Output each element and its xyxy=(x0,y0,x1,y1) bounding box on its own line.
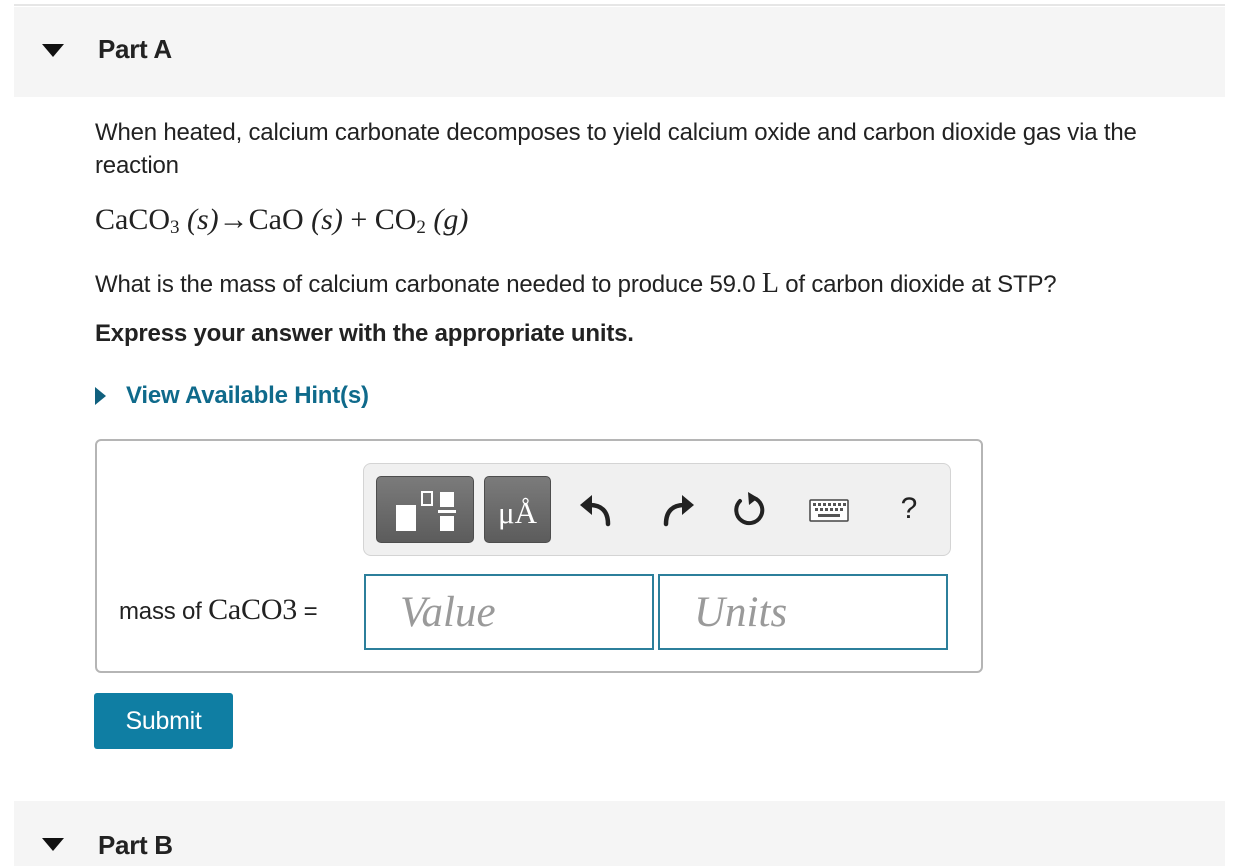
part-b-title: Part B xyxy=(98,830,173,860)
reaction-arrow: → xyxy=(218,203,249,236)
product-1: CaO xyxy=(248,203,304,236)
answer-label-text: mass of xyxy=(119,598,209,625)
answer-label-equals: = xyxy=(297,598,318,625)
view-hints-link[interactable]: View Available Hint(s) xyxy=(126,382,369,410)
reset-button[interactable] xyxy=(724,484,774,536)
keyboard-button[interactable] xyxy=(804,484,854,536)
submit-button[interactable]: Submit xyxy=(94,693,233,749)
top-divider xyxy=(14,4,1225,6)
question-ask: What is the mass of calcium carbonate ne… xyxy=(95,268,1057,300)
keyboard-icon xyxy=(809,499,849,522)
question-intro: When heated, calcium carbonate decompose… xyxy=(95,119,1137,179)
part-a-title: Part A xyxy=(98,34,172,64)
product-2-subscript: 2 xyxy=(416,217,426,238)
reactant-subscript: 3 xyxy=(170,217,180,238)
redo-icon xyxy=(663,495,694,527)
part-a-header[interactable]: Part A xyxy=(14,7,1225,97)
ask-text-after: of carbon dioxide at STP? xyxy=(778,271,1057,298)
undo-button[interactable] xyxy=(572,484,622,536)
help-label: ? xyxy=(900,492,918,525)
reactant: CaCO xyxy=(95,203,170,236)
units-input[interactable] xyxy=(658,574,948,650)
product-1-state: (s) xyxy=(303,203,343,236)
reaction-equation: CaCO3 (s)→CaO (s) + CO2 (g) xyxy=(95,203,468,239)
plus-sign: + xyxy=(342,203,375,236)
part-b-header[interactable]: Part B xyxy=(14,801,1225,866)
expand-caret-icon xyxy=(95,387,106,405)
product-2: CO xyxy=(374,203,417,236)
units-label: μÅ xyxy=(497,495,537,530)
redo-button[interactable] xyxy=(652,484,702,536)
units-button[interactable]: μÅ xyxy=(484,476,551,543)
ask-unit: L xyxy=(761,268,779,299)
reactant-state: (s) xyxy=(179,203,219,236)
answer-label: mass of CaCO3 = xyxy=(119,593,318,627)
reset-icon xyxy=(734,492,765,526)
collapse-caret-icon[interactable] xyxy=(42,44,64,57)
math-toolbar: μÅ ? xyxy=(363,463,951,556)
help-button[interactable]: ? xyxy=(884,484,934,536)
collapse-caret-icon[interactable] xyxy=(42,838,64,851)
answer-label-formula: CaCO3 xyxy=(208,593,298,626)
templates-button[interactable] xyxy=(376,476,474,543)
answer-box: μÅ ? mass of CaCO3 = Value Units xyxy=(95,439,983,673)
answer-instruction: Express your answer with the appropriate… xyxy=(95,320,634,347)
value-input[interactable] xyxy=(364,574,654,650)
undo-icon xyxy=(580,495,611,527)
templates-icon xyxy=(396,491,456,531)
ask-text-before: What is the mass of calcium carbonate ne… xyxy=(95,271,762,298)
view-hints-toggle[interactable]: View Available Hint(s) xyxy=(95,380,369,412)
product-2-state: (g) xyxy=(425,203,469,236)
